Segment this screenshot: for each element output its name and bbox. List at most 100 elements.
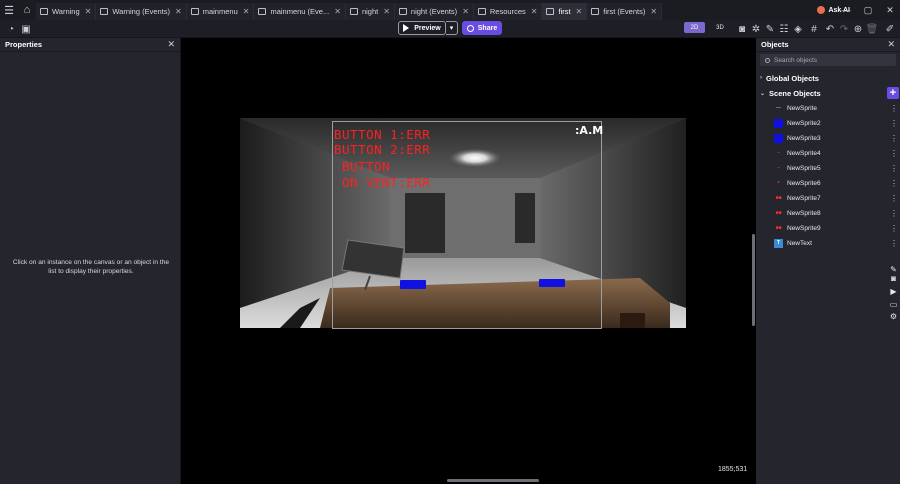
chevron-down-icon: ⌄ bbox=[760, 90, 766, 97]
globe-icon bbox=[466, 24, 474, 32]
project-manager-icon[interactable]: ◔ bbox=[4, 20, 18, 38]
tab-night[interactable]: night ✕ bbox=[345, 2, 395, 20]
sprite-thumbnail-icon bbox=[774, 118, 783, 128]
properties-header: Properties ✕ bbox=[0, 38, 180, 52]
scene-objects-group[interactable]: ⌄ Scene Objects bbox=[760, 87, 821, 99]
properties-icon[interactable]: ✎ bbox=[764, 20, 776, 38]
sprite-thumbnail-icon: ■■ bbox=[775, 195, 782, 201]
more-options-icon[interactable]: ⋮ bbox=[890, 149, 898, 158]
close-icon[interactable]: ✕ bbox=[334, 7, 341, 16]
play-icon bbox=[403, 24, 410, 32]
share-button[interactable]: Share bbox=[462, 21, 502, 35]
camera-icon[interactable]: ◙ bbox=[888, 273, 899, 284]
close-icon[interactable]: ✕ bbox=[650, 7, 657, 16]
tab-mainmenu[interactable]: mainmenu ✕ bbox=[186, 2, 255, 20]
tab-mainmenu-events[interactable]: mainmenu (Eve... ✕ bbox=[254, 2, 346, 20]
minimize-icon[interactable]: — bbox=[838, 0, 854, 20]
tab-night-events[interactable]: night (Events) ✕ bbox=[394, 2, 474, 20]
redo-icon[interactable]: ↷ bbox=[838, 20, 850, 38]
close-icon[interactable]: ✕ bbox=[462, 7, 469, 16]
object-item[interactable]: T NewText ⋮ bbox=[774, 236, 898, 250]
menu-icon[interactable]: ☰ bbox=[0, 0, 18, 20]
sprite-thumbnail-icon: -- bbox=[776, 165, 781, 171]
search-icon bbox=[765, 57, 770, 63]
close-icon[interactable]: ✕ bbox=[887, 39, 895, 50]
object-item[interactable]: NewSprite3 ⋮ bbox=[774, 131, 898, 145]
video-icon[interactable]: ▶ bbox=[888, 286, 899, 297]
properties-title: Properties bbox=[5, 40, 43, 49]
tab-warning[interactable]: Warning ✕ bbox=[36, 2, 97, 20]
button-label-text[interactable]: BUTTON bbox=[334, 159, 390, 174]
scene-icon bbox=[349, 7, 358, 15]
more-options-icon[interactable]: ⋮ bbox=[890, 134, 898, 143]
tab-warning-events[interactable]: Warning (Events) ✕ bbox=[96, 2, 187, 20]
events-icon bbox=[100, 7, 109, 15]
close-icon[interactable]: ✕ bbox=[175, 7, 182, 16]
close-icon[interactable]: ✕ bbox=[576, 7, 583, 16]
objects-panel-icon[interactable]: ◙ bbox=[736, 20, 748, 38]
more-options-icon[interactable]: ⋮ bbox=[890, 209, 898, 218]
properties-hint: Click on an instance on the canvas or an… bbox=[12, 259, 170, 275]
chat-icon[interactable]: ▭ bbox=[888, 299, 899, 310]
search-objects-input[interactable]: Search objects bbox=[760, 54, 896, 66]
delete-icon[interactable]: 🗑 bbox=[866, 20, 879, 38]
object-item[interactable]: ■■ NewSprite9 ⋮ bbox=[774, 221, 898, 235]
close-icon[interactable]: ✕ bbox=[167, 39, 175, 50]
tab-bar: ☰ ⌂ Warning ✕ Warning (Events) ✕ mainmenu ✕… bbox=[0, 0, 900, 20]
more-options-icon[interactable]: ⋮ bbox=[890, 194, 898, 203]
close-icon[interactable]: ✕ bbox=[531, 7, 538, 16]
am-label[interactable]: :A.M bbox=[575, 124, 603, 137]
grid-icon[interactable]: # bbox=[808, 20, 820, 38]
more-options-icon[interactable]: ⋮ bbox=[890, 164, 898, 173]
edit-scene-icon[interactable]: ✐ bbox=[884, 20, 896, 38]
vent-status-text[interactable]: ON VENT:ERR bbox=[334, 175, 430, 190]
mode-3d-toggle[interactable]: 3D bbox=[709, 22, 731, 33]
sprite-thumbnail-icon: ■■ bbox=[775, 225, 782, 231]
maximize-icon[interactable]: ▢ bbox=[860, 0, 876, 20]
more-options-icon[interactable]: ⋮ bbox=[890, 224, 898, 233]
object-item[interactable]: ■■ NewSprite8 ⋮ bbox=[774, 206, 898, 220]
close-icon[interactable]: ✕ bbox=[85, 7, 92, 16]
button2-status-text[interactable]: BUTTON 2:ERR bbox=[334, 142, 430, 157]
more-options-icon[interactable]: ⋮ bbox=[890, 119, 898, 128]
canvas-horizontal-scrollbar[interactable] bbox=[447, 479, 539, 482]
events-icon bbox=[398, 7, 407, 15]
zoom-icon[interactable]: ⊕ bbox=[852, 20, 864, 38]
home-icon[interactable]: ⌂ bbox=[18, 0, 36, 20]
events-icon bbox=[591, 7, 600, 15]
object-item[interactable]: -- NewSprite5 ⋮ bbox=[774, 161, 898, 175]
close-icon[interactable]: ✕ bbox=[383, 7, 390, 16]
close-window-icon[interactable]: ✕ bbox=[882, 0, 898, 20]
preview-button[interactable]: Preview bbox=[398, 21, 446, 35]
instances-list-icon[interactable]: ☷ bbox=[778, 20, 790, 38]
object-item[interactable]: = NewSprite6 ⋮ bbox=[774, 176, 898, 190]
object-item[interactable]: -- NewSprite4 ⋮ bbox=[774, 146, 898, 160]
global-objects-group[interactable]: › Global Objects bbox=[760, 72, 819, 84]
canvas-vertical-scrollbar[interactable] bbox=[752, 234, 755, 326]
object-item[interactable]: ⁓ NewSprite ⋮ bbox=[774, 101, 898, 115]
object-groups-icon[interactable]: ✲ bbox=[750, 20, 762, 38]
button1-status-text[interactable]: BUTTON 1:ERR bbox=[334, 127, 430, 142]
scene-canvas[interactable]: BUTTON 1:ERR BUTTON 2:ERR BUTTON ON VENT… bbox=[181, 38, 756, 484]
layers-icon[interactable]: ◈ bbox=[792, 20, 804, 38]
properties-panel: Properties ✕ Click on an instance on the… bbox=[0, 38, 181, 484]
close-icon[interactable]: ✕ bbox=[243, 7, 250, 16]
tab-first[interactable]: first ✕ bbox=[542, 2, 588, 20]
sprite-thumbnail-icon bbox=[774, 133, 783, 143]
tab-resources[interactable]: Resources ✕ bbox=[473, 2, 543, 20]
preview-dropdown[interactable]: ▾ bbox=[446, 21, 458, 35]
undo-icon[interactable]: ↶ bbox=[824, 20, 836, 38]
scene-icon bbox=[546, 7, 555, 15]
chevron-right-icon: › bbox=[760, 75, 762, 81]
add-object-button[interactable]: + bbox=[887, 87, 899, 99]
tab-first-events[interactable]: first (Events) ✕ bbox=[587, 2, 663, 20]
object-item[interactable]: NewSprite2 ⋮ bbox=[774, 116, 898, 130]
more-options-icon[interactable]: ⋮ bbox=[890, 239, 898, 248]
object-item[interactable]: ■■ NewSprite7 ⋮ bbox=[774, 191, 898, 205]
debugger-icon[interactable]: ▣ bbox=[19, 20, 33, 38]
more-options-icon[interactable]: ⋮ bbox=[890, 104, 898, 113]
mode-2d-toggle[interactable]: 2D bbox=[684, 22, 705, 33]
settings-gear-icon[interactable]: ⚙ bbox=[888, 311, 899, 322]
more-options-icon[interactable]: ⋮ bbox=[890, 179, 898, 188]
scene-icon bbox=[40, 7, 48, 15]
